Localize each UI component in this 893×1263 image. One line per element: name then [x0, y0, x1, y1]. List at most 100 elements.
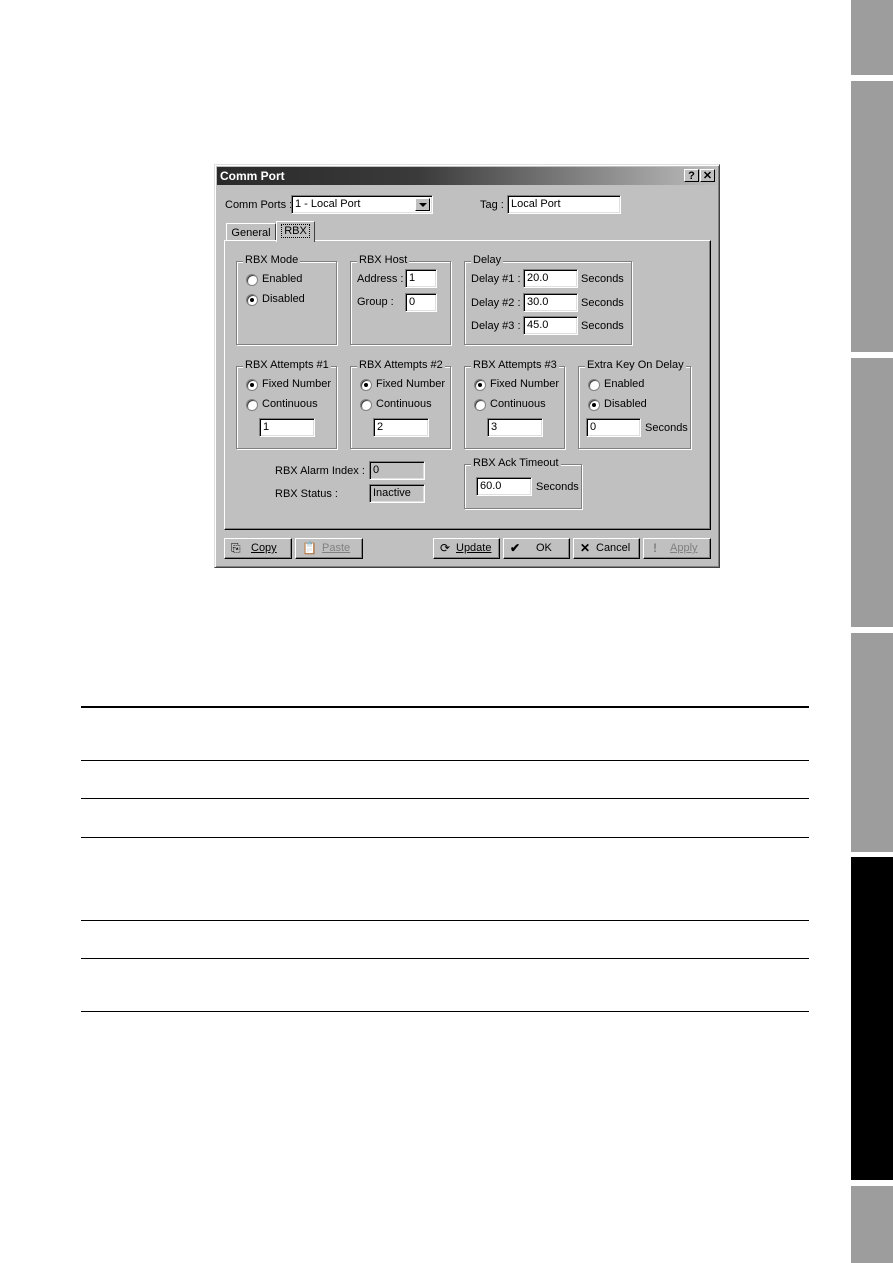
tag-label: Tag :: [480, 199, 504, 211]
delay-2-label: Delay #2 :: [471, 297, 521, 309]
comm-port-dialog: Comm Port ? ✕ Comm Ports : 1 - Local Por…: [214, 164, 720, 568]
side-tab-2: [851, 81, 893, 352]
ok-button[interactable]: ✔ OK: [503, 538, 570, 559]
rbx-mode-title: RBX Mode: [243, 254, 301, 266]
delay-1-input[interactable]: 20.0: [523, 269, 578, 288]
paste-icon: 📋: [302, 541, 317, 555]
refresh-icon: ⟳: [440, 541, 451, 555]
ok-label: OK: [536, 542, 552, 554]
address-label: Address :: [357, 273, 404, 285]
rbx-attempts-1-group: RBX Attempts #1 Fixed Number Continuous …: [236, 359, 337, 449]
apply-label: Apply: [670, 542, 698, 554]
close-button[interactable]: ✕: [700, 169, 715, 182]
chevron-down-icon[interactable]: [415, 198, 430, 211]
comm-ports-label: Comm Ports :: [225, 199, 293, 211]
side-tab-6: [851, 1186, 893, 1263]
tab-rbx[interactable]: RBX: [276, 221, 315, 242]
delay-1-label: Delay #1 :: [471, 273, 521, 285]
attempts-3-continuous-label: Continuous: [490, 398, 546, 410]
attempts-2-input[interactable]: 2: [373, 418, 429, 437]
attempts-3-continuous-radio[interactable]: [474, 399, 486, 411]
extra-key-input[interactable]: 0: [586, 418, 641, 437]
attempts-3-fixed-radio[interactable]: [474, 379, 486, 391]
checkmark-icon: ✔: [510, 541, 521, 555]
extra-key-disabled-label: Disabled: [604, 398, 647, 410]
table-bottom-rule: [81, 1011, 809, 1012]
delay-3-label: Delay #3 :: [471, 320, 521, 332]
x-icon: ✕: [580, 541, 591, 555]
attempts-3-input[interactable]: 3: [487, 418, 543, 437]
side-tab-1: [851, 0, 893, 75]
table-rule: [81, 798, 809, 799]
update-button[interactable]: ⟳ Update: [433, 538, 500, 559]
table-rule: [81, 958, 809, 959]
cancel-button[interactable]: ✕ Cancel: [573, 538, 640, 559]
rbx-host-group: RBX Host Address : 1 Group : 0: [350, 254, 451, 345]
rbx-host-title: RBX Host: [357, 254, 410, 266]
status-label: RBX Status :: [275, 488, 338, 500]
rbx-mode-enabled-label: Enabled: [262, 273, 303, 285]
ack-timeout-title: RBX Ack Timeout: [471, 457, 561, 469]
delay-1-unit: Seconds: [581, 273, 624, 285]
comm-ports-select[interactable]: 1 - Local Port: [291, 195, 433, 214]
alarm-index-label: RBX Alarm Index :: [275, 465, 365, 477]
rbx-mode-disabled-radio[interactable]: [246, 294, 258, 306]
extra-key-enabled-label: Enabled: [604, 378, 645, 390]
tab-general[interactable]: General: [226, 223, 276, 241]
attempts-1-fixed-label: Fixed Number: [262, 378, 332, 390]
attempts-2-fixed-radio[interactable]: [360, 379, 372, 391]
side-tab-3: [851, 358, 893, 627]
rbx-mode-enabled-radio[interactable]: [246, 274, 258, 286]
attempts-3-fixed-label: Fixed Number: [490, 378, 560, 390]
rbx-tab-panel: RBX Mode Enabled Disabled RBX Host Addre…: [224, 240, 711, 530]
title-bar: Comm Port ? ✕: [217, 167, 717, 185]
tab-rbx-label: RBX: [281, 224, 310, 238]
comm-ports-value: 1 - Local Port: [295, 198, 361, 210]
side-tab-4: [851, 633, 893, 852]
cancel-label: Cancel: [596, 542, 631, 554]
paste-label: Paste: [322, 542, 351, 554]
address-input[interactable]: 1: [405, 269, 437, 288]
attempts-1-continuous-radio[interactable]: [246, 399, 258, 411]
attempts-2-fixed-label: Fixed Number: [376, 378, 446, 390]
rbx-attempts-3-title: RBX Attempts #3: [471, 359, 559, 371]
status-value: Inactive: [369, 484, 425, 503]
extra-key-unit: Seconds: [645, 422, 688, 434]
rbx-attempts-2-title: RBX Attempts #2: [357, 359, 445, 371]
exclamation-icon: !: [653, 541, 657, 555]
group-input[interactable]: 0: [405, 293, 437, 312]
attempts-1-fixed-radio[interactable]: [246, 379, 258, 391]
paste-button[interactable]: 📋 Paste: [295, 538, 363, 559]
extra-key-enabled-radio[interactable]: [588, 379, 600, 391]
table-rule: [81, 920, 809, 921]
side-tab-5-active: [851, 857, 893, 1180]
extra-key-title: Extra Key On Delay: [585, 359, 686, 371]
tag-input[interactable]: Local Port: [507, 195, 621, 214]
attempts-2-continuous-label: Continuous: [376, 398, 432, 410]
ack-timeout-input[interactable]: 60.0: [476, 477, 532, 496]
apply-button[interactable]: ! Apply: [643, 538, 711, 559]
copy-button[interactable]: ⎘ Copy: [224, 538, 292, 559]
delay-2-input[interactable]: 30.0: [523, 293, 578, 312]
attempts-2-continuous-radio[interactable]: [360, 399, 372, 411]
delay-3-input[interactable]: 45.0: [523, 316, 578, 335]
update-label: Update: [456, 542, 492, 554]
rbx-ack-timeout-group: RBX Ack Timeout 60.0 Seconds: [464, 457, 582, 509]
group-label: Group :: [357, 296, 394, 308]
copy-icon: ⎘: [231, 541, 241, 555]
attempts-1-input[interactable]: 1: [259, 418, 315, 437]
table-rule: [81, 760, 809, 761]
dialog-title: Comm Port: [220, 169, 285, 183]
help-button[interactable]: ?: [684, 169, 699, 182]
copy-label: Copy: [251, 542, 277, 554]
delay-title: Delay: [471, 254, 504, 266]
delay-2-unit: Seconds: [581, 297, 624, 309]
rbx-attempts-1-title: RBX Attempts #1: [243, 359, 331, 371]
extra-key-on-delay-group: Extra Key On Delay Enabled Disabled 0 Se…: [578, 359, 691, 449]
rbx-mode-disabled-label: Disabled: [262, 293, 305, 305]
rbx-mode-group: RBX Mode Enabled Disabled: [236, 254, 337, 345]
extra-key-disabled-radio[interactable]: [588, 399, 600, 411]
table-top-rule: [81, 706, 809, 708]
alarm-index-value: 0: [369, 461, 425, 480]
rbx-attempts-2-group: RBX Attempts #2 Fixed Number Continuous …: [350, 359, 451, 449]
